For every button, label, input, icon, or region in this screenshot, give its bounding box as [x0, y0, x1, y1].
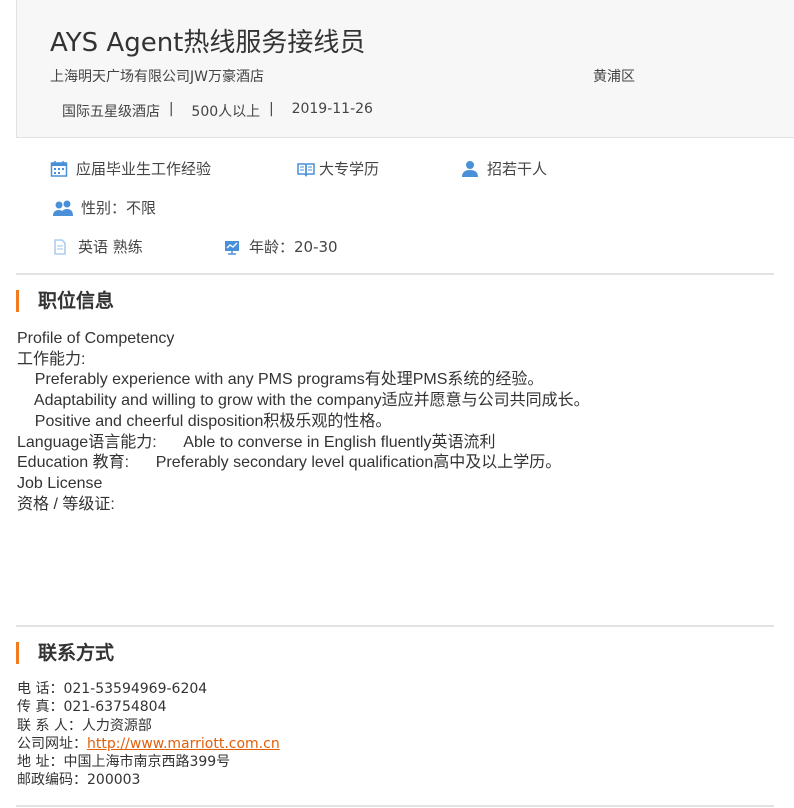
job-title: AYS Agent热线服务接线员 — [50, 28, 366, 58]
requirement-education: 大专学历 — [296, 158, 379, 179]
person-icon — [461, 160, 479, 178]
description-line: Positive and cheerful disposition积极乐观的性格… — [17, 412, 392, 430]
calendar-icon — [50, 160, 68, 178]
requirement-gender: 性别：不限 — [52, 197, 156, 218]
description-line: Profile of Competency — [17, 330, 175, 347]
contact-phone: 电 话：021-53594969-6204 — [17, 681, 208, 697]
contact-info: 电 话：021-53594969-6204 传 真：021-63754804 联… — [17, 680, 280, 790]
requirement-headcount: 招若干人 — [461, 158, 547, 179]
website-link[interactable]: http://www.marriott.com.cn — [87, 736, 280, 752]
website-label: 公司网址： — [17, 735, 87, 752]
headcount-label: 招若干人 — [487, 160, 548, 178]
description-line: Language语言能力: Able to converse in Englis… — [17, 433, 496, 451]
section-divider — [16, 805, 774, 807]
contact-postcode: 邮政编码：200003 — [17, 772, 141, 789]
requirement-age: 年龄：20-30 — [223, 236, 338, 257]
language-label: 英语 熟练 — [78, 238, 143, 256]
description-line: Adaptability and willing to grow with th… — [17, 392, 590, 410]
contact-address: 地 址：中国上海市南京西路399号 — [17, 754, 231, 771]
meta-separator: | — [260, 101, 292, 117]
job-description: Profile of Competency 工作能力: Preferably e… — [17, 329, 590, 515]
section-divider — [16, 625, 774, 627]
age-label: 年龄：20-30 — [249, 238, 338, 256]
requirement-language: 英语 熟练 — [52, 236, 143, 257]
education-label: 大专学历 — [319, 160, 380, 178]
gender-label: 性别：不限 — [81, 199, 157, 217]
section-divider — [16, 273, 774, 275]
users-icon — [52, 199, 76, 217]
description-line: 资格 / 等级证: — [17, 495, 115, 513]
contact-person: 联 系 人：人力资源部 — [17, 717, 152, 734]
description-line: 工作能力: — [17, 350, 86, 368]
company-type: 国际五星级酒店 — [62, 104, 160, 120]
description-line: Preferably experience with any PMS progr… — [17, 371, 544, 389]
book-icon — [296, 160, 316, 178]
contact-heading: 联系方式 — [16, 642, 114, 664]
job-header-card: AYS Agent热线服务接线员 上海明天广场有限公司JW万豪酒店 黄浦区 国际… — [16, 0, 794, 138]
company-size: 500人以上 — [191, 104, 261, 120]
document-icon — [52, 238, 68, 256]
chart-icon — [223, 238, 241, 256]
district-label: 黄浦区 — [593, 69, 635, 85]
description-line: Job License — [17, 474, 103, 492]
meta-separator: | — [160, 101, 192, 117]
job-info-heading: 职位信息 — [16, 290, 114, 312]
company-meta-row: 国际五星级酒店 | 500人以上 | 2019-11-26 — [62, 101, 373, 121]
post-date: 2019-11-26 — [291, 101, 373, 117]
description-line: Education 教育: Preferably secondary level… — [17, 454, 562, 472]
requirement-experience: 应届毕业生工作经验 — [50, 158, 211, 179]
experience-label: 应届毕业生工作经验 — [76, 160, 212, 178]
contact-fax: 传 真：021-63754804 — [17, 699, 167, 716]
contact-website-row: 公司网址：http://www.marriott.com.cn — [17, 735, 280, 753]
company-name[interactable]: 上海明天广场有限公司JW万豪酒店 — [50, 66, 264, 86]
